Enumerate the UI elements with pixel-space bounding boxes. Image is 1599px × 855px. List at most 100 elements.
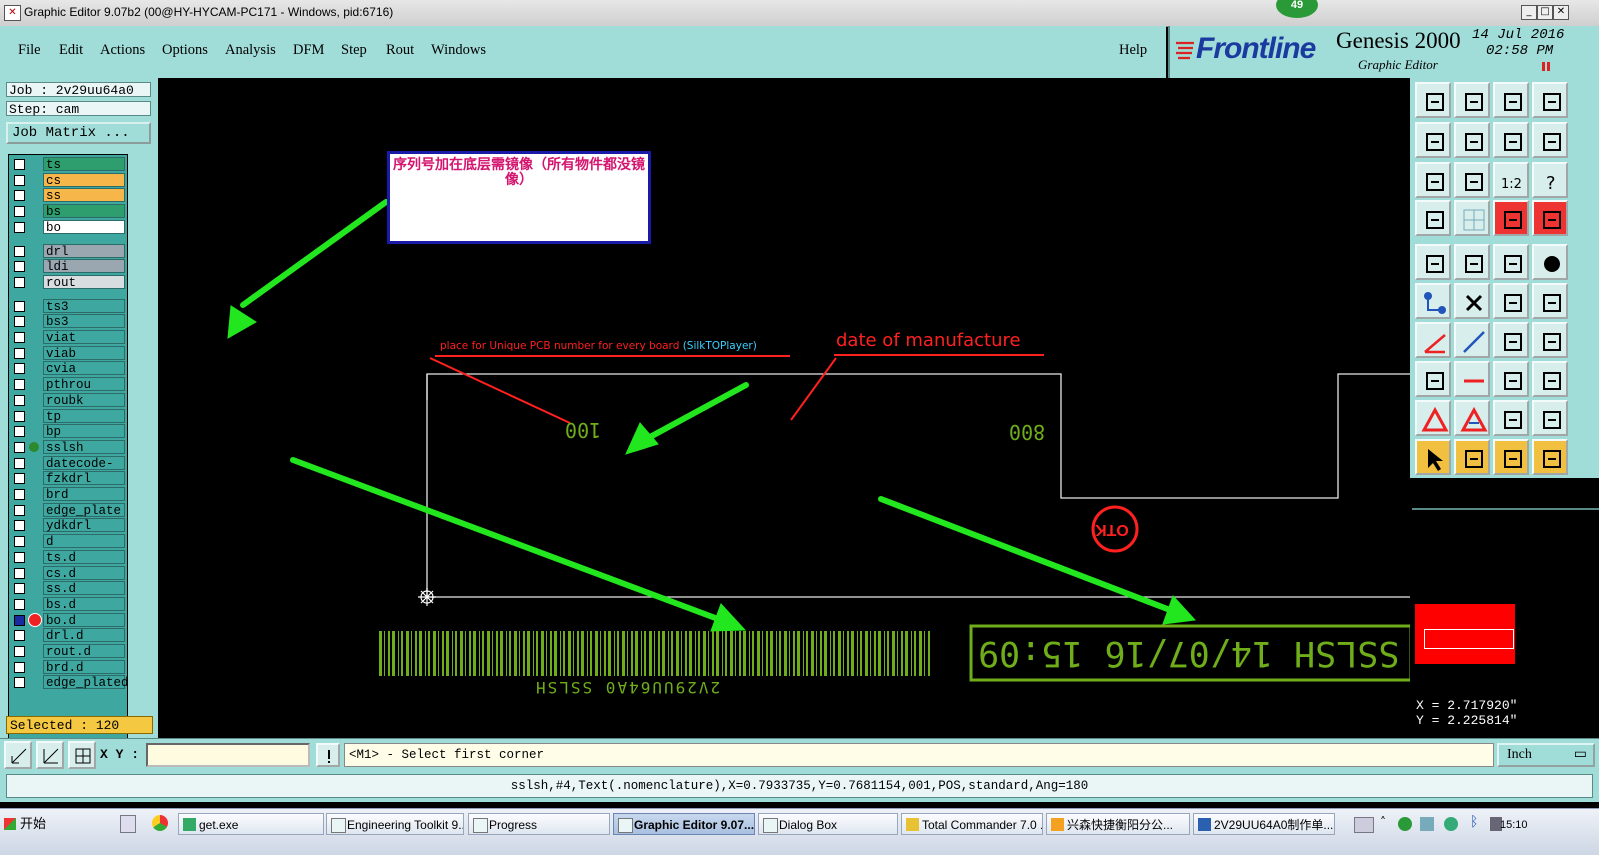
chrome-icon[interactable] (152, 815, 168, 831)
layer-name[interactable]: brd.d (43, 659, 125, 675)
layer-scrollbar[interactable] (128, 154, 152, 764)
layer-row-ydkdrl[interactable]: ydkdrl (11, 518, 125, 533)
fit-button[interactable] (1493, 122, 1529, 158)
layer-checkbox[interactable] (14, 394, 25, 406)
snap-red-alt-button[interactable] (1532, 200, 1568, 236)
layer-name[interactable]: bo (43, 219, 125, 235)
layer-checkbox[interactable] (14, 583, 25, 595)
menu-dfm[interactable]: DFM (293, 42, 324, 59)
help-button[interactable]: ? (1532, 162, 1568, 198)
layer-row-bo-d[interactable]: bo.d (11, 612, 125, 628)
menu-step[interactable]: Step (341, 42, 367, 59)
ruler-button[interactable] (1493, 244, 1529, 280)
layer-row-d[interactable]: d (11, 534, 125, 549)
pause-icon[interactable] (1542, 62, 1550, 71)
layer-name[interactable]: drl (43, 243, 125, 259)
affected-layer-indicator-icon[interactable] (29, 441, 39, 452)
one-to-one-button[interactable]: 1:2 (1493, 162, 1529, 198)
layer-row-rout[interactable]: rout (11, 274, 125, 290)
layer-row-fzkdrl[interactable]: fzkdrl (11, 471, 125, 486)
resize-button[interactable] (1493, 361, 1529, 397)
layer-row-brd[interactable]: brd (11, 487, 125, 502)
menu-rout[interactable]: Rout (386, 42, 414, 59)
layer-checkbox[interactable] (14, 677, 25, 689)
layer-checkbox[interactable] (14, 441, 25, 453)
layer-row-cs[interactable]: cs (11, 172, 125, 188)
slot-button[interactable] (1454, 244, 1490, 280)
copy-button[interactable] (1532, 361, 1568, 397)
layer-checkbox[interactable] (14, 261, 25, 273)
warning-button[interactable] (316, 743, 340, 767)
layer-name[interactable]: sslsh (43, 439, 125, 455)
connect-button[interactable] (1415, 283, 1451, 319)
job-matrix-button[interactable]: Job Matrix ... (6, 122, 151, 144)
layer-name[interactable]: ts.d (43, 549, 125, 565)
layer-name[interactable]: bp (43, 424, 125, 439)
layer-row-ss[interactable]: ss (11, 188, 125, 203)
layer-name[interactable]: datecode-bo (43, 455, 125, 485)
layer-checkbox[interactable] (14, 426, 25, 438)
layer-row-rout-d[interactable]: rout.d (11, 644, 125, 659)
zoom-center-button[interactable] (1454, 162, 1490, 198)
layer-name[interactable]: roubk (43, 392, 125, 408)
layer-name[interactable]: ydkdrl (43, 518, 125, 533)
menu-help[interactable]: Help (1119, 42, 1147, 59)
zoom-fit-button[interactable] (1415, 162, 1451, 198)
layer-name[interactable]: bo.d (43, 612, 125, 628)
layer-name[interactable]: edge_plated (43, 675, 129, 690)
bluetooth-icon[interactable]: ᛒ (1470, 814, 1478, 830)
layer-name[interactable]: viab (43, 345, 125, 361)
layer-checkbox[interactable] (14, 190, 25, 202)
select-net-button[interactable] (1532, 439, 1568, 475)
menu-file[interactable]: File (18, 42, 41, 59)
security-icon[interactable] (1444, 817, 1458, 831)
layer-row-tp[interactable]: tp (11, 408, 125, 424)
layer-name[interactable]: rout (43, 274, 125, 290)
layer-row-bs[interactable]: bs (11, 204, 125, 219)
measure-mode-button[interactable] (36, 741, 64, 769)
layer-name[interactable]: bs (43, 204, 125, 219)
graphic-canvas[interactable]: 序列号加在底层需镜像（所有物件都没镜像） place for Unique PC… (158, 78, 1410, 738)
task-progress[interactable]: Progress (468, 813, 610, 835)
menu-actions[interactable]: Actions (100, 42, 145, 59)
task-total-commander[interactable]: Total Commander 7.0 ... (901, 813, 1043, 835)
task-xingsen[interactable]: 兴森快捷衡阳分公... (1046, 813, 1190, 835)
grid-button[interactable] (1454, 200, 1490, 236)
add-node-button[interactable] (1532, 283, 1568, 319)
app-icon[interactable]: ✕ (4, 5, 21, 21)
start-button[interactable]: 开始 (2, 813, 58, 835)
layer-row-ts3[interactable]: ts3 (11, 298, 125, 314)
layer-checkbox[interactable] (14, 614, 25, 626)
layer-name[interactable]: ts (43, 157, 125, 172)
tray-expand-icon[interactable]: ˄ (1380, 815, 1386, 829)
layer-row-bp[interactable]: bp (11, 424, 125, 439)
layer-row-bo[interactable]: bo (11, 219, 125, 235)
select-button[interactable] (1415, 439, 1451, 475)
layer-name[interactable]: bs.d (43, 596, 125, 612)
layer-row-ldi[interactable]: ldi (11, 259, 125, 274)
keyboard-icon[interactable] (1354, 817, 1374, 833)
layer-checkbox[interactable] (14, 410, 25, 422)
shape-alt-button[interactable] (1532, 400, 1568, 436)
layer-name[interactable]: cs (43, 172, 125, 188)
layer-checkbox[interactable] (14, 316, 25, 328)
show-desktop-icon[interactable] (120, 815, 136, 833)
maximize-icon[interactable]: □ (1537, 5, 1553, 20)
layer-checkbox[interactable] (14, 221, 25, 233)
snap-red-button[interactable] (1493, 200, 1529, 236)
layer-row-ts-d[interactable]: ts.d (11, 549, 125, 565)
layer-checkbox[interactable] (14, 489, 25, 500)
layer-checkbox[interactable] (14, 347, 25, 359)
task-dialog-box[interactable]: Dialog Box (758, 813, 898, 835)
task-engineering-toolkit[interactable]: Engineering Toolkit 9.... (326, 813, 464, 835)
delete-button[interactable] (1454, 283, 1490, 319)
minimize-icon[interactable]: _ (1521, 5, 1537, 20)
layer-checkbox[interactable] (14, 276, 25, 288)
pan-left-button[interactable] (1415, 122, 1451, 158)
layer-checkbox[interactable] (14, 174, 25, 186)
split-button[interactable] (1532, 322, 1568, 358)
close-icon[interactable]: ✕ (1553, 5, 1569, 20)
layer-name[interactable]: cs.d (43, 565, 125, 581)
layer-checkbox[interactable] (14, 567, 25, 579)
layer-checkbox[interactable] (14, 661, 25, 673)
